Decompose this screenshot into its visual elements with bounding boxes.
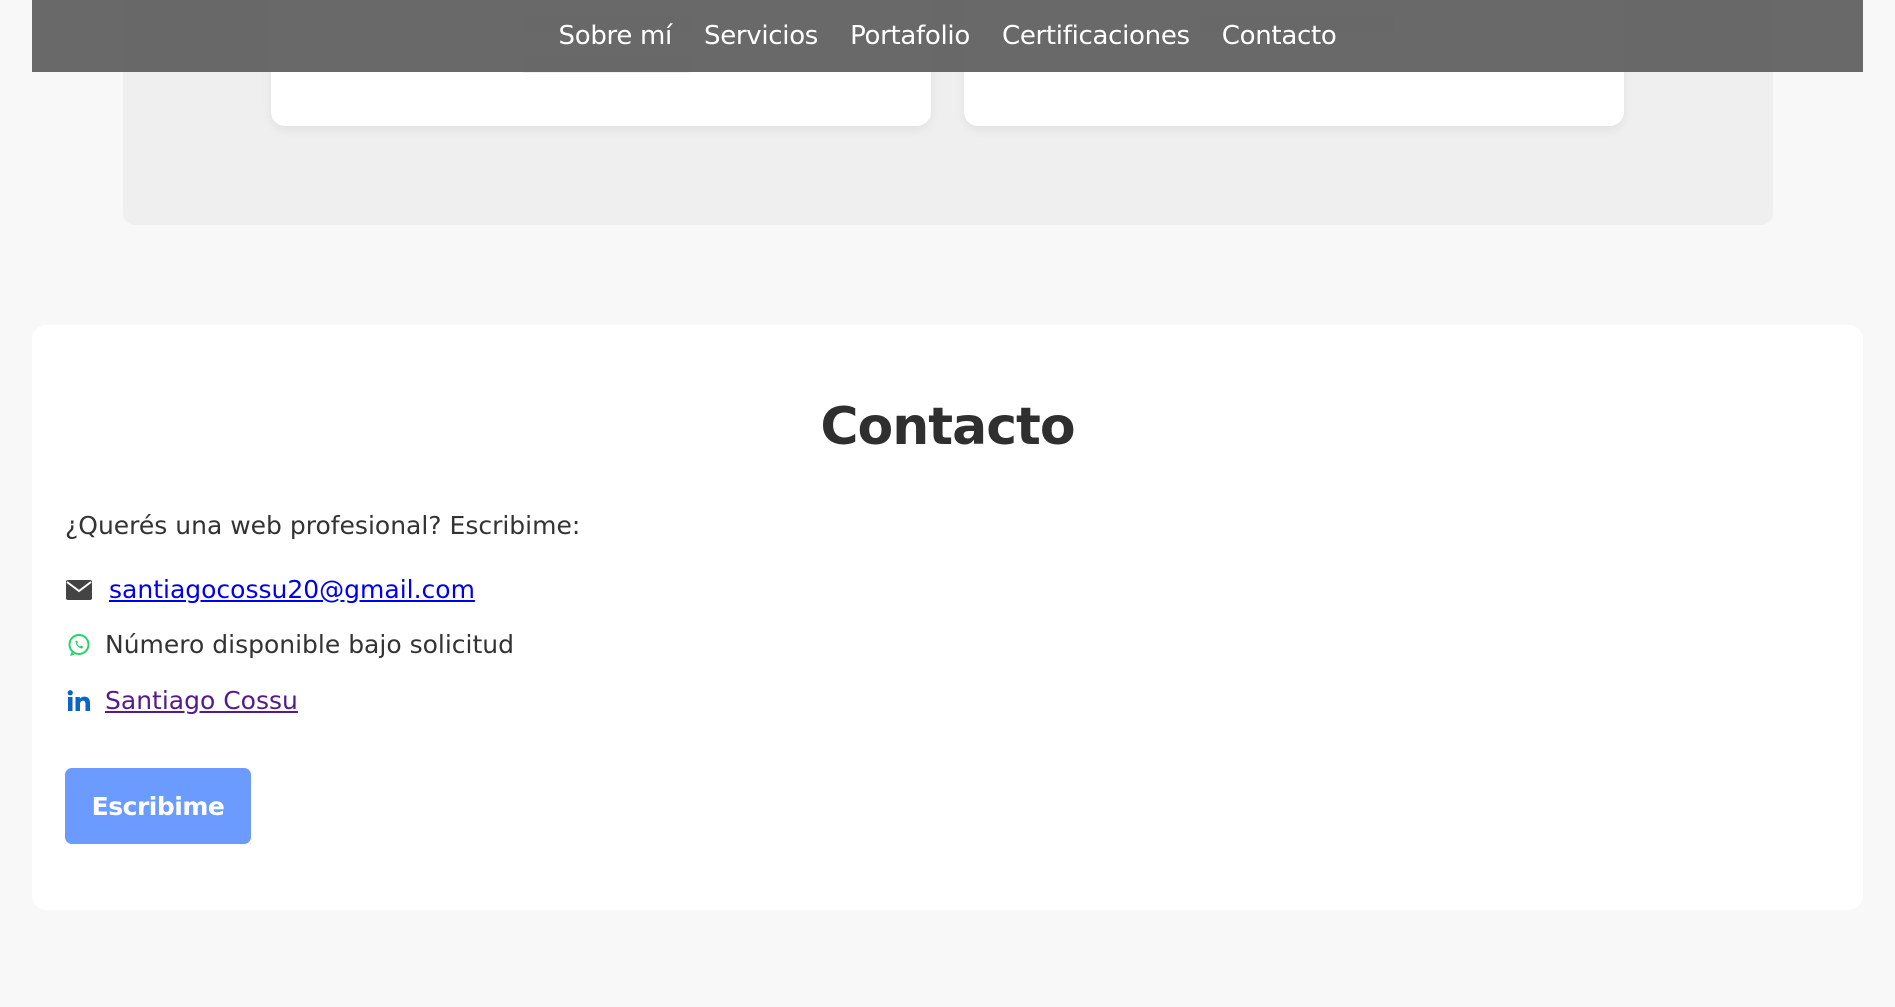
contact-linkedin-row: Santiago Cossu xyxy=(65,686,298,715)
section-title: Contacto xyxy=(820,397,1075,457)
top-navigation: Sobre mí Servicios Portafolio Certificac… xyxy=(32,0,1863,72)
whatsapp-icon xyxy=(65,631,93,659)
nav-link-sobre-mi[interactable]: Sobre mí xyxy=(543,0,688,72)
email-link[interactable]: santiagocossu20@gmail.com xyxy=(109,575,475,604)
phone-availability-text: Número disponible bajo solicitud xyxy=(105,630,514,659)
contact-section: Contacto ¿Querés una web profesional? Es… xyxy=(32,325,1863,910)
linkedin-icon xyxy=(65,687,93,715)
envelope-icon xyxy=(65,576,93,604)
linkedin-link[interactable]: Santiago Cossu xyxy=(105,686,298,715)
write-me-button[interactable]: Escribime xyxy=(65,768,251,844)
contact-phone-row: Número disponible bajo solicitud xyxy=(65,630,514,659)
contact-intro-text: ¿Querés una web profesional? Escribime: xyxy=(65,511,581,540)
nav-link-servicios[interactable]: Servicios xyxy=(688,0,834,72)
nav-link-contacto[interactable]: Contacto xyxy=(1206,0,1353,72)
nav-link-portafolio[interactable]: Portafolio xyxy=(834,0,986,72)
nav-link-certificaciones[interactable]: Certificaciones xyxy=(986,0,1206,72)
contact-email-row: santiagocossu20@gmail.com xyxy=(65,575,475,604)
